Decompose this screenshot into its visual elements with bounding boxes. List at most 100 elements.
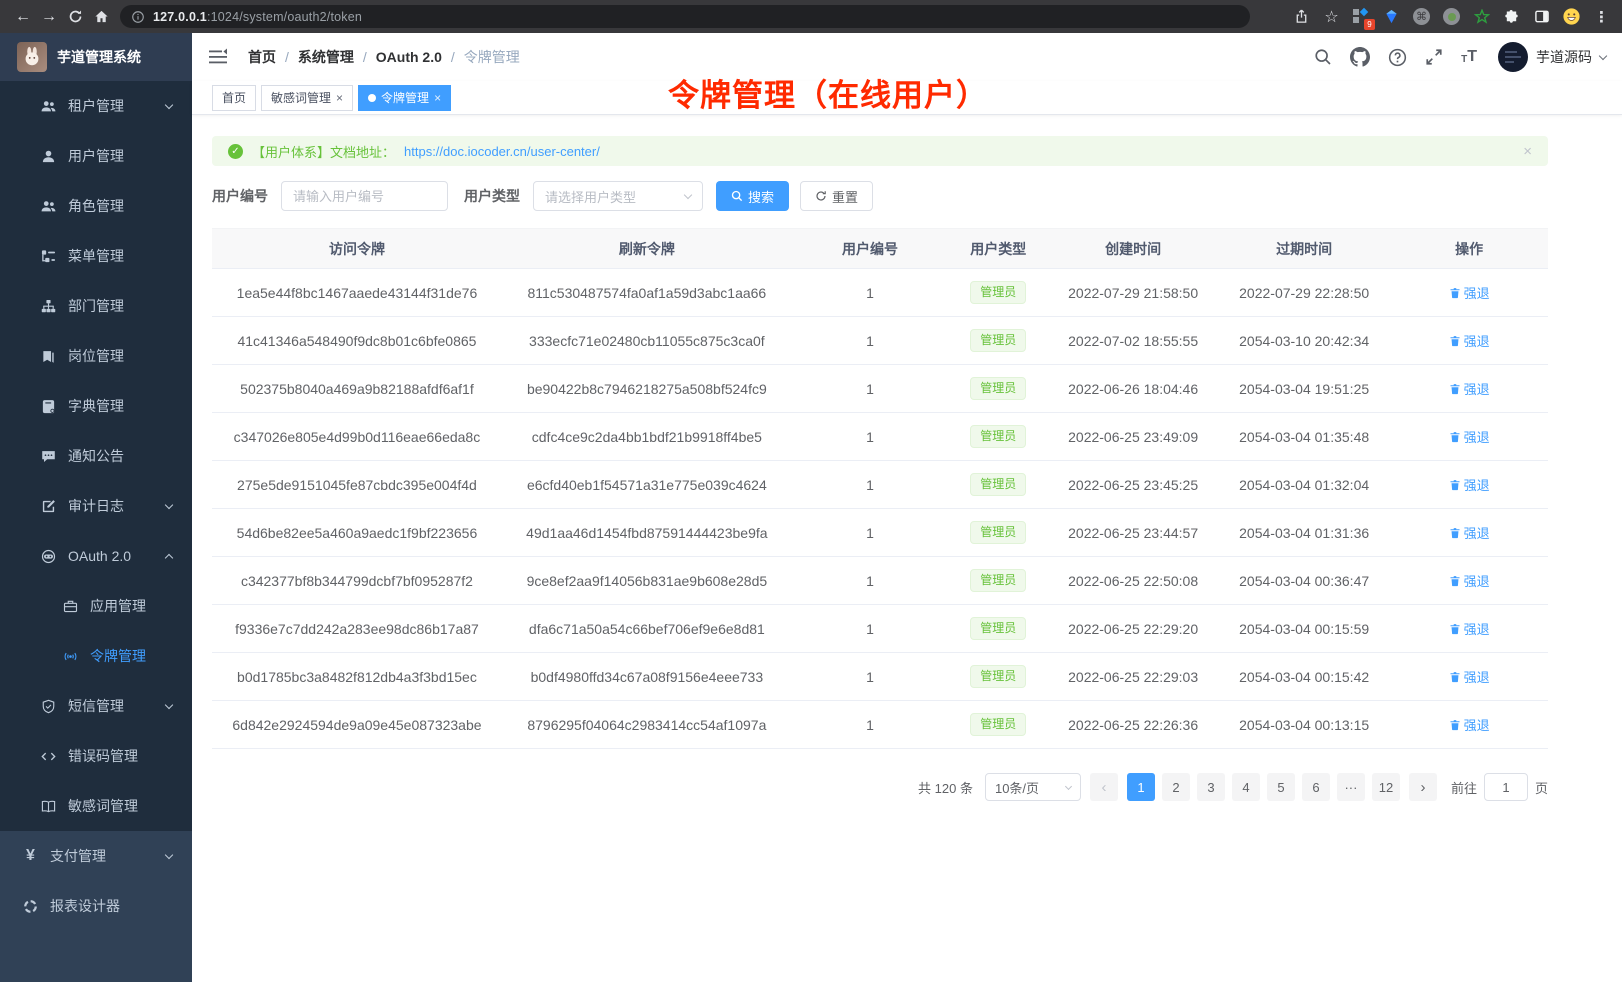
page-button-1[interactable]: 1 [1127,773,1155,801]
page-more-button[interactable]: ··· [1337,773,1365,801]
sidebar-item-audit-log[interactable]: 审计日志 [0,481,192,531]
sidebar-item-label: 错误码管理 [68,746,138,766]
reset-button[interactable]: 重置 [800,181,873,211]
page-button-5[interactable]: 5 [1267,773,1295,801]
sidebar-item-oauth2[interactable]: OAuth 2.0 [0,531,192,581]
side-panel-button[interactable] [1533,8,1550,25]
browser-home-button[interactable] [88,4,114,30]
diamond-icon [1360,8,1368,16]
sidebar-item-dept[interactable]: 部门管理 [0,281,192,331]
sidebar-item-pay[interactable]: ¥支付管理 [0,831,192,881]
site-info-icon[interactable] [131,10,145,24]
sidebar-item-sms[interactable]: 短信管理 [0,681,192,731]
expire-time-cell: 2054-03-04 01:35:48 [1218,413,1390,461]
sidebar-collapse-button[interactable] [208,46,230,68]
force-logout-button[interactable]: 强退 [1449,619,1490,638]
page-size-select[interactable]: 10条/页 [985,773,1081,801]
tab-close-icon[interactable]: × [434,92,441,104]
alert-close-icon[interactable]: × [1523,143,1532,160]
browser-reload-button[interactable] [62,4,88,30]
url-bar[interactable]: 127.0.0.1:1024/system/oauth2/token [120,5,1250,28]
breadcrumb-item[interactable]: OAuth 2.0 [376,49,442,65]
extension-gem[interactable] [1383,8,1400,25]
column-header: 过期时间 [1218,229,1390,269]
tab-close-icon[interactable]: × [336,92,343,104]
extension-record[interactable] [1443,8,1460,25]
next-page-button[interactable]: › [1409,773,1437,801]
force-logout-button[interactable]: 强退 [1449,523,1490,542]
column-header: 用户类型 [948,229,1048,269]
tab-敏感词管理[interactable]: 敏感词管理× [261,85,353,111]
fullscreen-button[interactable] [1424,47,1444,67]
sidebar-item-user[interactable]: 用户管理 [0,131,192,181]
alert-doc-link[interactable]: https://doc.iocoder.cn/user-center/ [404,144,600,159]
user-type-select[interactable]: 请选择用户类型 [533,181,703,211]
force-logout-button[interactable]: 强退 [1449,475,1490,494]
app-logo-row[interactable]: 芋道管理系统 [0,33,192,81]
force-logout-button[interactable]: 强退 [1449,379,1490,398]
tab-首页[interactable]: 首页 [212,85,256,111]
tab-label: 令牌管理 [381,89,429,106]
chrome-menu-button[interactable]: ⋮ [1593,8,1610,25]
tab-令牌管理[interactable]: 令牌管理 × [358,85,451,111]
breadcrumb-item[interactable]: 系统管理 [298,47,354,67]
extension-command[interactable]: ⌘ [1413,8,1430,25]
sidebar-item-role[interactable]: 角色管理 [0,181,192,231]
sidebar-item-post[interactable]: 岗位管理 [0,331,192,381]
sidebar-item-label: 令牌管理 [90,646,146,666]
page-button-3[interactable]: 3 [1197,773,1225,801]
sidebar-item-error-code[interactable]: 错误码管理 [0,731,192,781]
goto-page-input[interactable] [1484,773,1528,801]
github-link[interactable] [1350,47,1370,67]
tab-label: 首页 [222,89,246,106]
action-cell: 强退 [1390,605,1548,653]
user-id-input[interactable] [281,181,448,211]
expire-time-cell: 2054-03-10 20:42:34 [1218,317,1390,365]
sidebar-item-label: 菜单管理 [68,246,124,266]
share-button[interactable] [1293,8,1310,25]
bookmark-star-button[interactable]: ☆ [1323,8,1340,25]
font-size-button[interactable]: TT [1461,49,1477,65]
sidebar-item-oauth2-app[interactable]: 应用管理 [0,581,192,631]
user-type-cell: 管理员 [948,557,1048,605]
sidebar-item-notice[interactable]: 通知公告 [0,431,192,481]
sidebar-item-menu[interactable]: 菜单管理 [0,231,192,281]
refresh-token-cell: 9ce8ef2aa9f14056b831ae9b608e28d5 [502,557,792,605]
page-button-6[interactable]: 6 [1302,773,1330,801]
sidebar-item-oauth2-token[interactable]: 令牌管理 [0,631,192,681]
extension-evernote[interactable] [1473,8,1490,25]
header-search-button[interactable] [1313,47,1333,67]
page-unit-label: 页 [1535,778,1548,797]
table-row: c347026e805e4d99b0d116eae66eda8c cdfc4ce… [212,413,1548,461]
green-star-icon [1474,9,1490,25]
force-logout-button[interactable]: 强退 [1449,571,1490,590]
prev-page-button[interactable]: ‹ [1090,773,1118,801]
breadcrumb-item[interactable]: 首页 [248,47,276,67]
breadcrumb: 首页/系统管理/OAuth 2.0/令牌管理 [248,47,520,67]
emoji-avatar-icon [1563,7,1580,26]
sidebar-item-report-designer[interactable]: 报表设计器 [0,881,192,931]
extension-grid-badge[interactable]: 9 [1353,8,1370,25]
browser-forward-button[interactable]: → [36,4,62,30]
search-button[interactable]: 搜索 [716,181,789,211]
app-title: 芋道管理系统 [57,47,141,67]
page-button-2[interactable]: 2 [1162,773,1190,801]
green-dot-icon [1448,13,1456,21]
trash-icon [1449,527,1461,539]
table-row: 275e5de9151045fe87cbdc395e004f4d e6cfd40… [212,461,1548,509]
extensions-menu-button[interactable] [1503,8,1520,25]
force-logout-button[interactable]: 强退 [1449,667,1490,686]
page-button-4[interactable]: 4 [1232,773,1260,801]
sidebar-item-dict[interactable]: 字典管理 [0,381,192,431]
force-logout-button[interactable]: 强退 [1449,331,1490,350]
user-menu[interactable]: 芋道源码 [1494,42,1606,72]
page-button-12[interactable]: 12 [1372,773,1400,801]
help-doc-button[interactable] [1387,47,1407,67]
force-logout-button[interactable]: 强退 [1449,715,1490,734]
sidebar-item-sensitive-word[interactable]: 敏感词管理 [0,781,192,831]
force-logout-button[interactable]: 强退 [1449,427,1490,446]
profile-avatar-chrome[interactable] [1563,8,1580,25]
browser-back-button[interactable]: ← [10,4,36,30]
force-logout-button[interactable]: 强退 [1449,283,1490,302]
sidebar-item-tenant[interactable]: 租户管理 [0,81,192,131]
